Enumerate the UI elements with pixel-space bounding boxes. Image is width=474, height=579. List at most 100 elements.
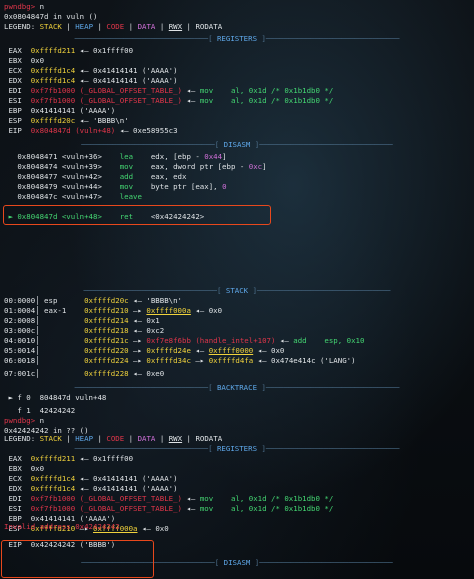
terminal-text: f 1 42424242	[4, 406, 76, 415]
terminal-text: ◂—	[182, 504, 200, 513]
terminal-text: 0xf7e8f6bb (handle_intel+107)	[146, 336, 276, 345]
terminal-text: STACK	[39, 434, 62, 443]
terminal-text: |	[124, 22, 138, 31]
terminal-text: 0xffffd214	[84, 316, 129, 325]
terminal-text: ◂— 0x1	[128, 316, 160, 325]
terminal-line: ECX 0xffffd1c4 ◂— 0x41414141 ('AAAA')	[4, 474, 470, 484]
terminal-text: |	[61, 434, 76, 443]
terminal-line: f 1 42424242	[4, 406, 470, 416]
terminal-line: 01:0004│ eax-1 0xffffd210 —▸ 0xffff000a …	[4, 306, 470, 316]
terminal-text: ◂— 0x1ffff00	[75, 46, 134, 55]
terminal-text: 0x8048479 <vuln+44>	[4, 182, 120, 191]
terminal-text: EBX 0x0	[4, 464, 45, 473]
terminal-text: HEAP	[75, 22, 94, 31]
terminal-text: ◂—	[190, 346, 209, 355]
terminal-text: EDI	[4, 86, 31, 95]
section-header-backtrace: ──────────────────────────────[ BACKTRAC…	[74, 383, 400, 392]
terminal-text: lea	[119, 152, 151, 161]
terminal-text: 0xffff000a	[146, 306, 191, 315]
terminal-text: ◂— 0x41414141 ('AAAA')	[75, 66, 178, 75]
terminal-text: mov	[119, 182, 151, 191]
terminal-text: ◂— 0xc2	[128, 326, 165, 335]
terminal-line: EAX 0xffffd211 ◂— 0x1ffff00	[4, 454, 470, 464]
terminal-text: ◂— 0x41414141 ('AAAA')	[75, 474, 178, 483]
terminal-text: ◂— 0x41414141 ('AAAA')	[75, 76, 178, 85]
section-title: REGISTERS	[216, 34, 258, 43]
terminal-line: 00:0000│ esp 0xffffd20c ◂— 'BBBB\n'	[4, 296, 470, 306]
terminal-text: ◂— 0x0	[253, 346, 285, 355]
terminal-text: 0x804847c <vuln+47>	[4, 192, 120, 201]
section-header-stack: ──────────────────────────────[ STACK ]─…	[83, 286, 391, 295]
terminal-line: EIP 0x804847d (vuln+48) ◂— 0xe58955c3	[4, 126, 470, 136]
terminal-text: ◂— 'BBBB\n'	[75, 116, 129, 125]
section-title: REGISTERS	[216, 444, 258, 453]
terminal-text: EBX 0x0	[4, 56, 45, 65]
terminal-line: EBX 0x0	[4, 464, 470, 474]
terminal-text: ]	[262, 162, 267, 171]
terminal-text: ◂—	[182, 96, 200, 105]
terminal-line: 0x8048479 <vuln+44> mov byte ptr [eax], …	[4, 182, 470, 192]
terminal-text: ► f 0 804847d vuln+48	[4, 393, 107, 402]
terminal-line: EDX 0xffffd1c4 ◂— 0x41414141 ('AAAA')	[4, 484, 470, 494]
terminal-line: EDX 0xffffd1c4 ◂— 0x41414141 ('AAAA')	[4, 76, 470, 86]
terminal-text: CODE	[106, 434, 125, 443]
section-header-registers: ──────────────────────────────[ REGISTER…	[74, 34, 400, 43]
terminal-text: HEAP	[75, 434, 94, 443]
terminal-text: EDX	[4, 76, 31, 85]
terminal-text: add	[119, 172, 151, 181]
terminal-line: 0x0804847d in vuln ()	[4, 12, 470, 22]
section-title: STACK	[225, 286, 249, 295]
terminal-text: |	[93, 434, 107, 443]
terminal-text: |	[155, 434, 169, 443]
terminal-text: |	[155, 22, 169, 31]
terminal-text: 07:001c│	[4, 369, 85, 378]
terminal-line: pwndbg> n	[4, 2, 470, 12]
terminal-line	[4, 274, 470, 284]
section-title: DISASM	[223, 140, 251, 149]
terminal-text: eax, edx	[150, 172, 187, 181]
terminal-line: 07:001c│ 0xffffd228 ◂— 0xe0	[4, 369, 470, 379]
terminal-line: 04:0010│ 0xffffd21c —▸ 0xf7e8f6bb (handl…	[4, 336, 470, 346]
terminal-text: 0xffffd1c4	[30, 66, 76, 75]
terminal-text: mov al, 0x1d /* 0x1b1db0 */	[199, 494, 334, 503]
terminal-text: mov al, 0x1d /* 0x1b1db0 */	[199, 96, 334, 105]
terminal-text: pwndbg>	[4, 2, 40, 11]
terminal-text: | RODATA	[182, 22, 223, 31]
terminal-text: 00:0000│ esp	[4, 296, 85, 305]
terminal-line: EDI 0xf7fb1000 (_GLOBAL_OFFSET_TABLE_) ◂…	[4, 494, 470, 504]
terminal-text: mov	[119, 162, 151, 171]
terminal-text: |	[61, 22, 76, 31]
terminal-text: ESI	[4, 504, 31, 513]
highlight-ret-instruction	[3, 205, 271, 225]
terminal-text: 0xffff0000	[208, 346, 254, 355]
terminal-text: EDI	[4, 494, 31, 503]
terminal-line: 02:0008│ 0xffffd214 ◂— 0x1	[4, 316, 470, 326]
terminal-text: ◂—	[182, 494, 200, 503]
terminal-line: Invalid address 0x42424242	[4, 522, 470, 532]
terminal-text: 05:0014│	[4, 346, 85, 355]
terminal-text: —▸	[128, 306, 147, 315]
highlight-eip-invalid	[1, 540, 154, 578]
terminal-text: 02:0008│	[4, 316, 85, 325]
section-header-disasm: ──────────────────────────────[ DISASM ]…	[81, 140, 393, 149]
terminal-text: —▸	[128, 356, 147, 365]
terminal-text: |	[93, 22, 107, 31]
terminal-text: ECX	[4, 474, 31, 483]
terminal-text: 0xffffd218	[84, 326, 129, 335]
terminal-text: EAX	[4, 46, 31, 55]
terminal-text: Invalid address 0x42424242	[4, 522, 120, 531]
terminal-text: 0xf7fb1000 (_GLOBAL_OFFSET_TABLE_)	[30, 494, 182, 503]
terminal-text: 0xffffd1c4	[30, 484, 76, 493]
terminal-text: 0x0804847d in vuln ()	[4, 12, 98, 21]
terminal-text: 0x804847d (vuln+48)	[30, 126, 116, 135]
terminal-text: 0	[222, 182, 227, 191]
terminal-text: ◂— 0x1ffff00	[75, 454, 134, 463]
terminal-line: 05:0014│ 0xffffd220 —▸ 0xffffd24e ◂— 0xf…	[4, 346, 470, 356]
terminal-text: n	[39, 416, 45, 425]
terminal-text: ◂— 0x41414141 ('AAAA')	[75, 484, 178, 493]
terminal-line: 0x8048477 <vuln+42> add eax, edx	[4, 172, 470, 182]
terminal-text: 0xffffd1c4	[30, 76, 76, 85]
